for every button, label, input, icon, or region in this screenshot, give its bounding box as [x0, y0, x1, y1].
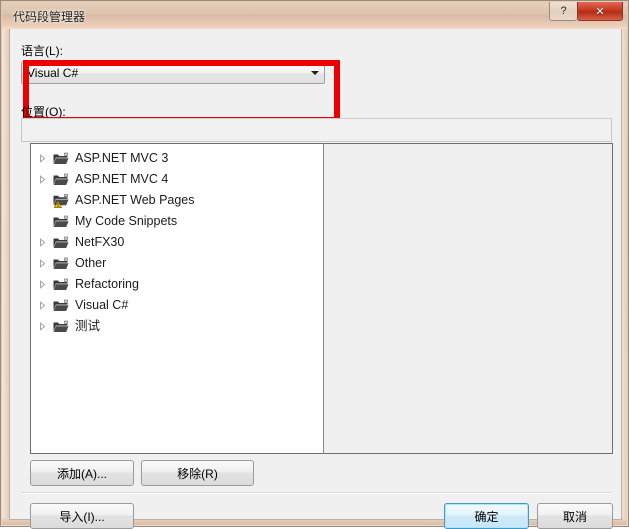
folder-icon — [52, 274, 70, 295]
window-border-left — [2, 29, 9, 525]
close-button[interactable]: ✕ — [577, 2, 623, 21]
tree-item-label: ASP.NET Web Pages — [75, 193, 195, 207]
tree-row[interactable]: Refactoring — [31, 274, 323, 295]
language-label: 语言(L): — [21, 44, 64, 58]
folder-icon — [52, 232, 70, 253]
tree-item-label: Refactoring — [75, 277, 139, 291]
tree-row[interactable]: My Code Snippets — [31, 211, 323, 232]
tree-item-label: 测试 — [75, 319, 101, 333]
expand-arrow-placeholder — [37, 190, 52, 211]
tree-item-label: Visual C# — [75, 298, 129, 312]
expand-arrow-icon[interactable] — [37, 232, 52, 253]
dialog-client-area: 语言(L): Visual C# 位置(O): ASP.NET MVC 3 AS… — [9, 29, 622, 529]
expand-arrow-icon[interactable] — [37, 316, 52, 337]
tree-row[interactable]: ASP.NET MVC 3 — [31, 148, 323, 169]
expand-arrow-icon[interactable] — [37, 295, 52, 316]
divider — [21, 492, 612, 494]
help-button[interactable]: ? — [549, 2, 577, 21]
tree-row[interactable]: NetFX30 — [31, 232, 323, 253]
title-bar[interactable]: 代码段管理器 ? ✕ — [2, 2, 627, 29]
language-combobox[interactable]: Visual C# — [21, 62, 325, 84]
tree-item-label: NetFX30 — [75, 235, 125, 249]
expand-arrow-icon[interactable] — [37, 253, 52, 274]
cancel-button[interactable]: 取消 — [537, 503, 613, 529]
language-combobox-value: Visual C# — [27, 66, 79, 80]
tree-item-label: My Code Snippets — [75, 214, 178, 228]
add-button[interactable]: 添加(A)... — [30, 460, 134, 486]
tree-row[interactable]: Other — [31, 253, 323, 274]
help-icon: ? — [560, 5, 567, 17]
folder-icon — [52, 253, 70, 274]
expand-arrow-placeholder — [37, 211, 52, 232]
tree-item-label: Other — [75, 256, 107, 270]
folder-icon — [52, 295, 70, 316]
folder-icon — [52, 169, 70, 190]
snippet-detail-pane — [323, 143, 613, 454]
chevron-down-icon[interactable] — [306, 63, 324, 83]
tree-row[interactable]: Visual C# — [31, 295, 323, 316]
expand-arrow-icon[interactable] — [37, 169, 52, 190]
tree-row[interactable]: 测试 — [31, 316, 323, 337]
folder-icon — [52, 316, 70, 337]
close-icon: ✕ — [595, 5, 605, 18]
dialog-window: 代码段管理器 ? ✕ 语言(L): Visual C# 位置(O): ASP.N… — [0, 0, 629, 529]
tree-item-label: ASP.NET MVC 3 — [75, 151, 169, 165]
ok-button[interactable]: 确定 — [444, 503, 529, 529]
folder-icon — [52, 211, 70, 232]
location-textbox[interactable] — [21, 118, 612, 142]
expand-arrow-icon[interactable] — [37, 148, 52, 169]
tree-row[interactable]: ASP.NET MVC 4 — [31, 169, 323, 190]
snippet-folder-tree[interactable]: ASP.NET MVC 3 ASP.NET MVC 4 ASP.NET Web … — [30, 143, 323, 454]
tree-row[interactable]: ASP.NET Web Pages — [31, 190, 323, 211]
folder-icon — [52, 148, 70, 169]
import-button[interactable]: 导入(I)... — [30, 503, 134, 529]
folder-warning-icon — [52, 190, 70, 211]
expand-arrow-icon[interactable] — [37, 274, 52, 295]
remove-button[interactable]: 移除(R) — [141, 460, 254, 486]
title-bar-buttons: ? ✕ — [549, 2, 623, 21]
tree-item-label: ASP.NET MVC 4 — [75, 172, 169, 186]
window-title: 代码段管理器 — [13, 10, 86, 24]
